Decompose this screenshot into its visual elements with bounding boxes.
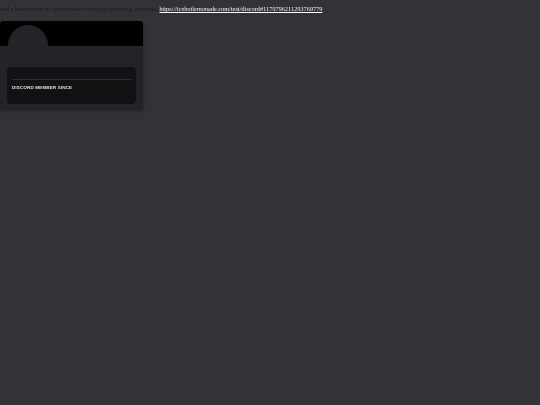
- member-since-heading: DISCORD MEMBER SINCE: [12, 85, 73, 90]
- instructions-label: add a hash to the url and reload if noth…: [0, 6, 160, 13]
- profile-card: DISCORD MEMBER SINCE: [0, 21, 143, 110]
- divider: [12, 79, 131, 80]
- example-link[interactable]: https://icehotlemonade.com/test/discord#…: [159, 6, 322, 13]
- avatar[interactable]: [8, 25, 48, 65]
- profile-info-panel: DISCORD MEMBER SINCE: [7, 67, 136, 104]
- instructions-text: add a hash to the url and reload if noth…: [0, 4, 322, 16]
